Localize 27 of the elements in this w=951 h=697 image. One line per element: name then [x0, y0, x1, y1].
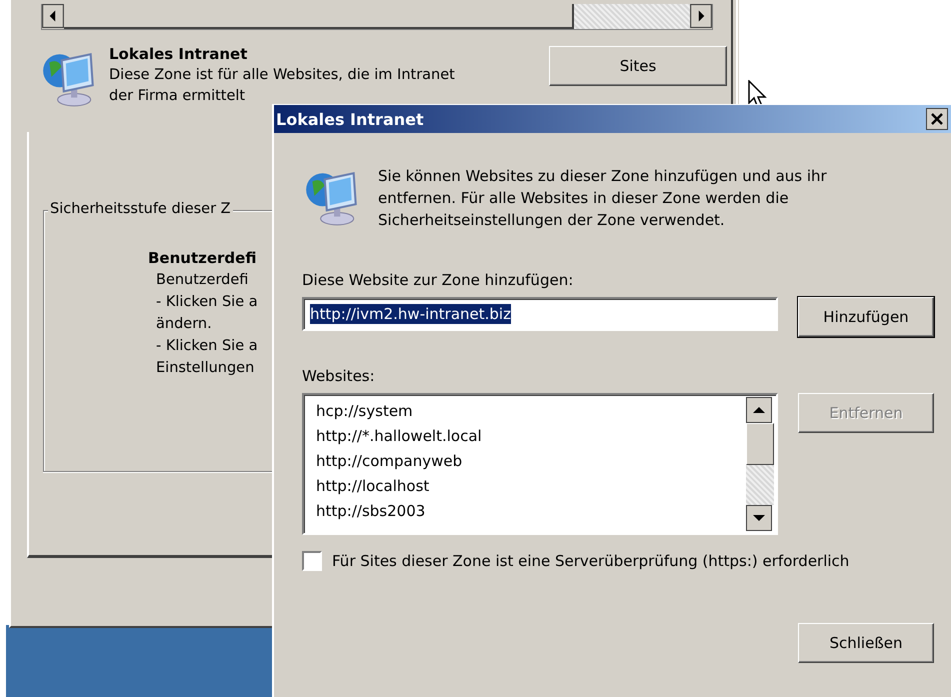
- level-title: Benutzerdefi: [148, 249, 258, 267]
- scroll-left-icon[interactable]: [42, 4, 64, 28]
- intro-text: Sie können Websites zu dieser Zone hinzufügen und aus ihr entfernen. Für alle Websites in dieser Zone werden die Sicherheitseinstellungen der Zone verwendet.: [378, 166, 827, 231]
- scrollbar[interactable]: [746, 395, 776, 533]
- checkbox-label: Für Sites dieser Zone ist eine Serverüberprüfung (https:) erforderlich: [332, 552, 850, 570]
- website-item[interactable]: http://*.hallowelt.local: [316, 424, 746, 449]
- window-title: Lokales Intranet: [276, 110, 424, 128]
- zone-title: Lokales Intranet: [109, 44, 248, 65]
- website-item[interactable]: http://sbs2003: [316, 499, 746, 524]
- scroll-right-icon[interactable]: [690, 4, 712, 28]
- website-item[interactable]: http://localhost: [316, 474, 746, 499]
- scroll-thumb[interactable]: [64, 4, 574, 29]
- close-icon[interactable]: [925, 108, 949, 130]
- website-item[interactable]: http://companyweb: [316, 449, 746, 474]
- url-input-field[interactable]: http://ivm2.hw-intranet.biz: [302, 297, 778, 331]
- add-button[interactable]: Hinzufügen: [798, 297, 934, 337]
- close-button[interactable]: Schließen: [798, 623, 934, 663]
- website-item[interactable]: hcp://system: [316, 399, 746, 424]
- zone-description: Diese Zone ist für alle Websites, die im Intranet der Firma ermittelt: [109, 66, 455, 106]
- websites-label: Websites:: [302, 367, 376, 385]
- scrollbar[interactable]: [41, 4, 713, 30]
- add-site-label: Diese Website zur Zone hinzufügen:: [302, 271, 574, 289]
- checkbox[interactable]: [302, 551, 322, 571]
- level-description: Benutzerdefi - Klicken Sie a ändern. - Klicken Sie a Einstellungen: [156, 271, 259, 378]
- sites-button[interactable]: Sites: [549, 46, 727, 86]
- scroll-up-icon[interactable]: [746, 397, 772, 423]
- scroll-down-icon[interactable]: [746, 505, 772, 531]
